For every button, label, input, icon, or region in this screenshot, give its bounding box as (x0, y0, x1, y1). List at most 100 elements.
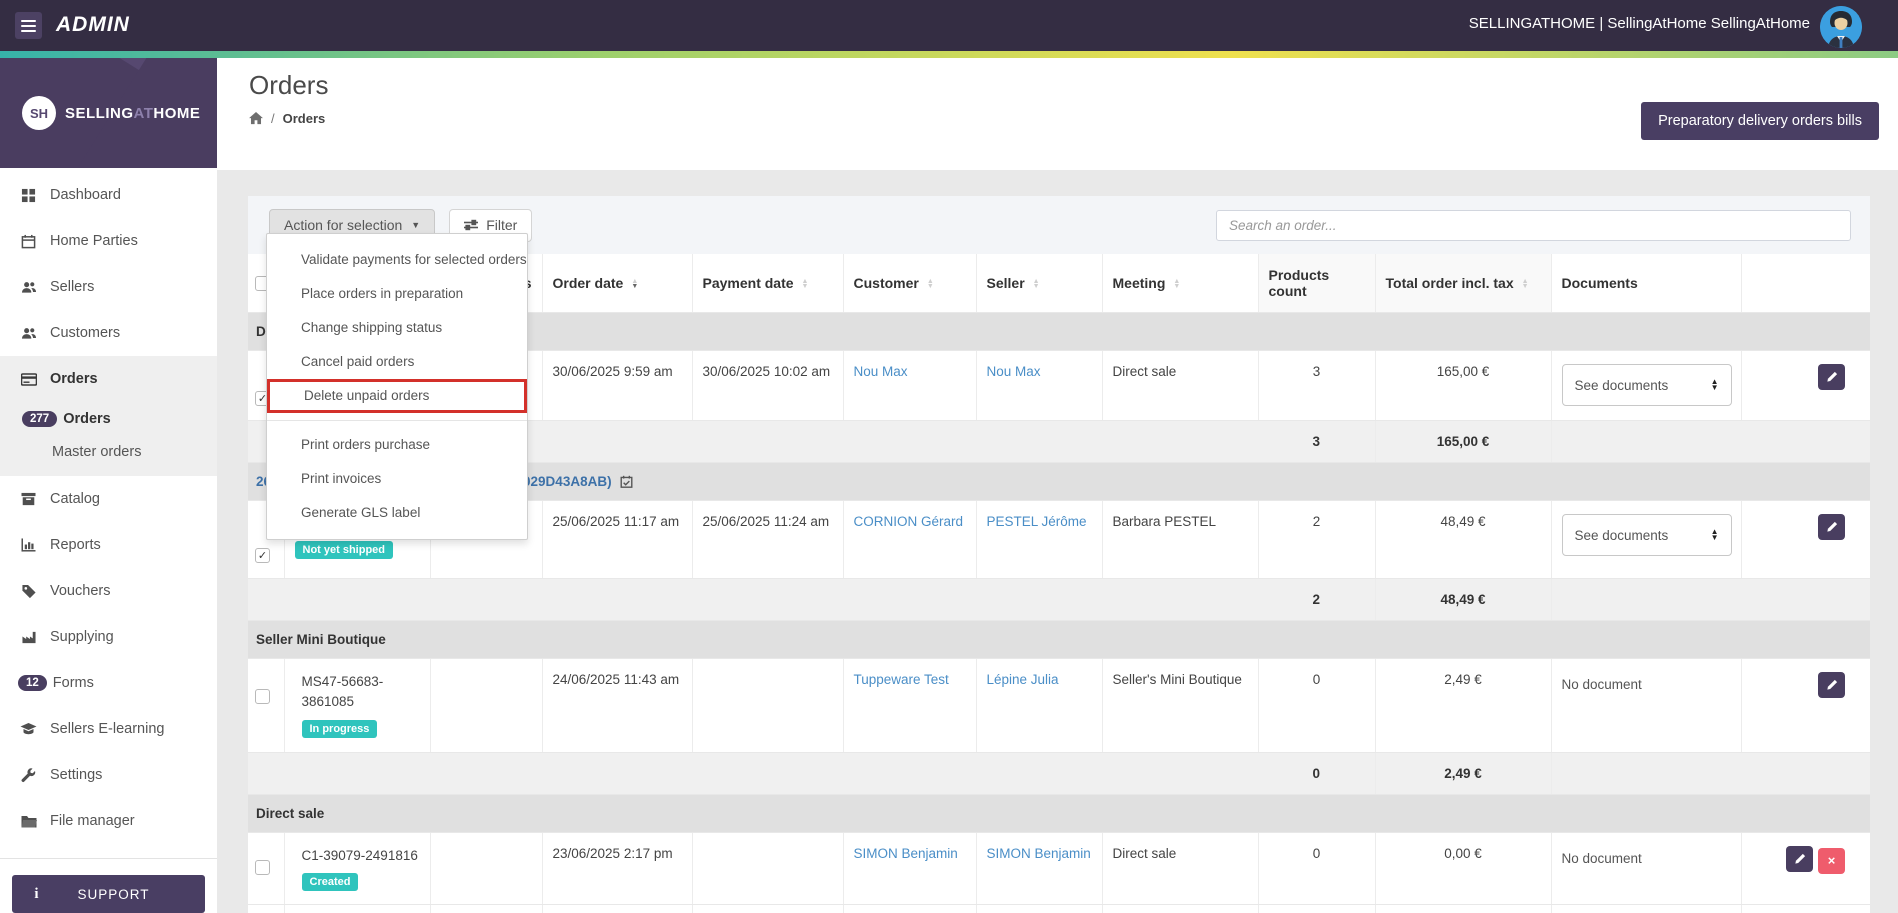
hamburger-menu-icon[interactable] (15, 12, 42, 39)
sort-icon[interactable]: ▲ ▼ (1173, 278, 1180, 290)
statuses-cell (430, 904, 543, 913)
seller-link[interactable]: Lépine Julia (987, 672, 1059, 687)
main-content: Orders / Orders Preparatory delivery ord… (217, 58, 1898, 913)
subtotal-total: 165,00 € (1375, 420, 1552, 463)
user-account-label[interactable]: SELLINGATHOME | SellingAtHome SellingAtH… (1469, 15, 1810, 32)
col-header-payment-date[interactable]: Payment date ▲ ▼ (692, 254, 844, 313)
col-header-meeting[interactable]: Meeting ▲ ▼ (1102, 254, 1259, 313)
edit-order-button[interactable] (1818, 514, 1845, 540)
customer-link[interactable]: Tuppeware Test (854, 672, 949, 687)
subtotal-products-count: 0 (1258, 752, 1376, 795)
breadcrumb-separator: / (271, 111, 275, 126)
forms-count-badge: 12 (18, 675, 47, 691)
calendar-check-icon[interactable] (620, 475, 633, 488)
wrench-icon (20, 767, 37, 784)
sidebar-item-supplying[interactable]: Supplying (0, 614, 217, 660)
edit-order-button[interactable] (1786, 846, 1813, 872)
menu-item-validate-payments[interactable]: Validate payments for selected orders (267, 243, 527, 277)
see-documents-select[interactable]: See documents ▲ ▼ (1561, 364, 1732, 406)
status-badge: Created (301, 873, 359, 892)
col-header-total[interactable]: Total order incl. tax ▲ ▼ (1375, 254, 1552, 313)
seller-cell: Nou Max (976, 350, 1103, 421)
delete-order-button[interactable]: × (1818, 847, 1845, 874)
meeting-link-fragment-right[interactable]: 029D43A8AB) (523, 474, 612, 489)
sidebar-item-catalog[interactable]: Catalog (0, 476, 217, 522)
seller-link[interactable]: SIMON Benjamin (987, 846, 1091, 861)
sidebar-item-home-parties[interactable]: Home Parties (0, 218, 217, 264)
menu-item-print-invoices[interactable]: Print invoices (267, 462, 527, 496)
order-number-cell: C1-39079-2491816 Created (284, 832, 431, 906)
subtotal-total: 2,49 € (1375, 752, 1552, 795)
sidebar-item-sellers[interactable]: Sellers (0, 264, 217, 310)
row-checkbox[interactable]: ✓ (255, 548, 270, 563)
support-button[interactable]: i SUPPORT (12, 875, 205, 913)
edit-order-button[interactable] (1818, 672, 1845, 698)
search-input[interactable] (1216, 209, 1851, 241)
order-number-cell: C46-56683-3311182 Not yet shipped (284, 904, 431, 913)
sidebar-item-settings[interactable]: Settings (0, 752, 217, 798)
sort-icon[interactable]: ▲ ▼ (1033, 278, 1040, 290)
sidebar-logo[interactable]: SH SELLINGATHOME (0, 58, 217, 168)
row-checkbox[interactable] (255, 860, 270, 875)
group-header-seller-mini-boutique: Seller Mini Boutique (248, 620, 1870, 659)
col-header-documents[interactable]: Documents (1551, 254, 1742, 313)
customer-link[interactable]: CORNION Gérard (854, 514, 964, 529)
users-icon (20, 325, 37, 342)
sidebar-item-orders[interactable]: Orders (0, 356, 217, 402)
col-header-order-date[interactable]: Order date ▲ ▼ (542, 254, 693, 313)
meeting-cell: Barbara PESTEL (1102, 500, 1259, 579)
actions-cell (1741, 904, 1870, 913)
orders-count-badge: 277 (22, 410, 58, 427)
dashboard-icon (20, 187, 37, 204)
menu-item-change-shipping-status[interactable]: Change shipping status (267, 311, 527, 345)
menu-item-cancel-paid-orders[interactable]: Cancel paid orders (267, 345, 527, 379)
select-arrows-icon: ▲ ▼ (1710, 377, 1719, 392)
home-icon[interactable] (249, 112, 263, 125)
order-date-cell: 23/06/2025 2:17 pm (542, 832, 693, 906)
sidebar-item-customers[interactable]: Customers (0, 310, 217, 356)
col-header-seller[interactable]: Seller ▲ ▼ (976, 254, 1103, 313)
preparatory-delivery-orders-bills-button[interactable]: Preparatory delivery orders bills (1641, 102, 1879, 140)
customer-link[interactable]: Nou Max (854, 364, 908, 379)
avatar[interactable] (1820, 6, 1862, 48)
customer-cell: SIMON Benjamin (843, 832, 977, 906)
menu-item-delete-unpaid-orders[interactable]: Delete unpaid orders (267, 379, 527, 413)
sidebar-subitem-master-orders[interactable]: Master orders (0, 435, 217, 468)
edit-order-button[interactable] (1818, 364, 1845, 390)
chevron-down-icon: ▼ (411, 220, 421, 230)
sidebar-subitem-orders[interactable]: 277 Orders (0, 402, 217, 435)
sort-icon[interactable]: ▲ ▼ (802, 278, 809, 290)
menu-item-print-orders-purchase[interactable]: Print orders purchase (267, 428, 527, 462)
actions-cell (1741, 658, 1870, 753)
calendar-icon (20, 233, 37, 250)
no-document-label: No document (1561, 677, 1642, 692)
sidebar-item-sellers-elearning[interactable]: Sellers E-learning (0, 706, 217, 752)
seller-cell: Lépine Julia (976, 904, 1103, 913)
see-documents-select[interactable]: See documents ▲ ▼ (1561, 514, 1732, 556)
col-header-customer[interactable]: Customer ▲ ▼ (843, 254, 977, 313)
sidebar-item-reports[interactable]: Reports (0, 522, 217, 568)
subtotal-row: 2 48,49 € (248, 578, 1870, 621)
row-checkbox[interactable] (255, 689, 270, 704)
sidebar-item-forms[interactable]: 12 Forms (0, 660, 217, 706)
status-badge: In progress (301, 719, 378, 738)
sidebar-item-dashboard[interactable]: Dashboard (0, 172, 217, 218)
sidebar-orders-section: Orders 277 Orders Master orders (0, 356, 217, 476)
menu-item-place-orders-in-preparation[interactable]: Place orders in preparation (267, 277, 527, 311)
menu-item-generate-gls-label[interactable]: Generate GLS label (267, 496, 527, 530)
documents-cell: See documents▲▼ (1551, 904, 1742, 913)
total-cell: 48,49 € (1375, 500, 1552, 579)
customer-link[interactable]: SIMON Benjamin (854, 846, 958, 861)
sidebar-item-vouchers[interactable]: Vouchers (0, 568, 217, 614)
col-header-products-count[interactable]: Products count (1258, 254, 1376, 313)
products-count-cell: 0 (1258, 658, 1376, 753)
order-date-cell: 30/06/2025 9:59 am (542, 350, 693, 421)
payment-date-cell: 30/06/2025 10:02 am (692, 350, 844, 421)
sidebar-item-file-manager[interactable]: File manager (0, 798, 217, 844)
breadcrumb-current: Orders (282, 111, 326, 126)
sort-icon[interactable]: ▲ ▼ (631, 278, 638, 290)
sort-icon[interactable]: ▲ ▼ (1522, 278, 1529, 290)
seller-link[interactable]: Nou Max (987, 364, 1041, 379)
sort-icon[interactable]: ▲ ▼ (927, 278, 934, 290)
seller-link[interactable]: PESTEL Jérôme (987, 514, 1087, 529)
